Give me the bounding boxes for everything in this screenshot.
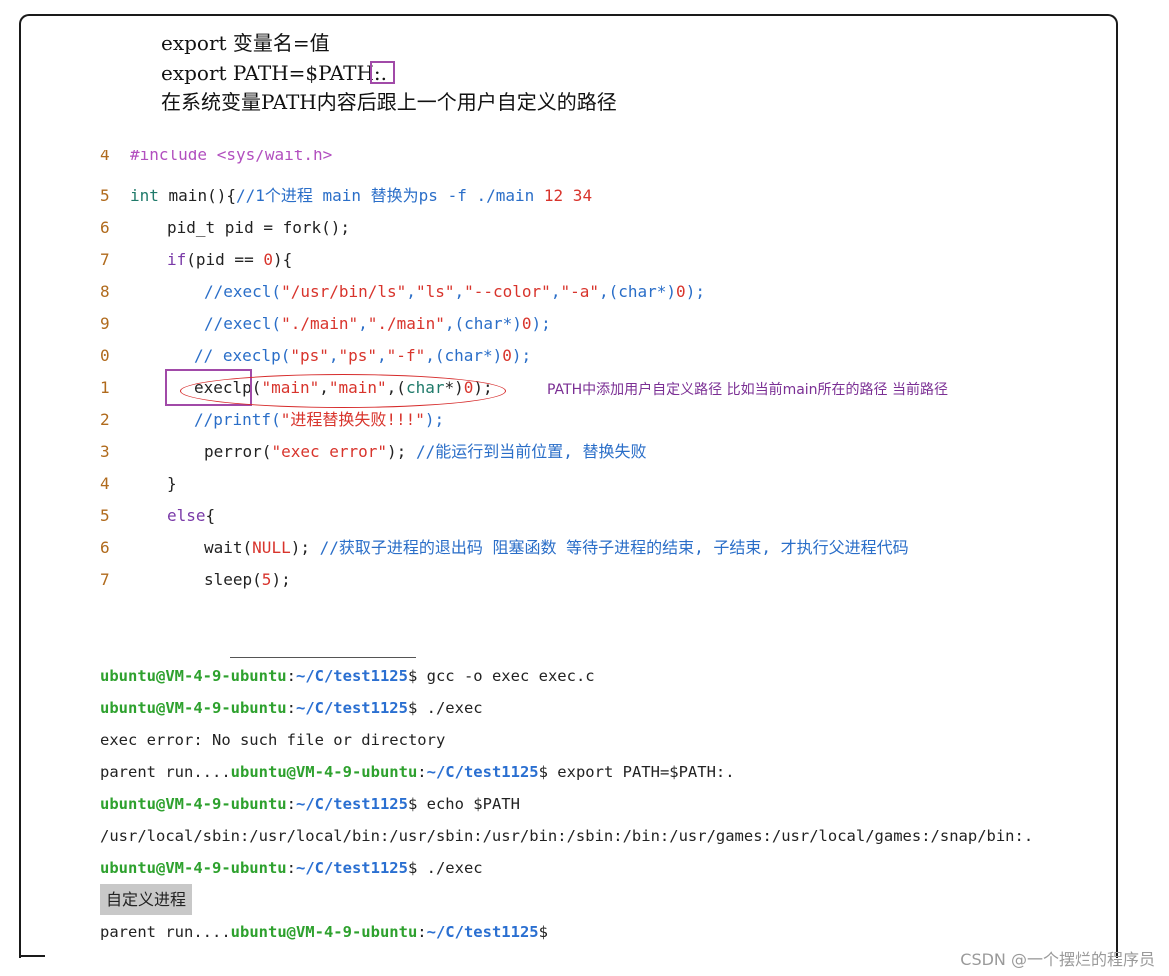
terminal-line: ubuntu@VM-4-9-ubuntu:~/C/test1125$ gcc -… (100, 662, 595, 690)
terminal-line: /usr/local/sbin:/usr/local/bin:/usr/sbin… (100, 822, 1033, 850)
command-text: $ ./exec (407, 859, 483, 877)
prompt-path: ~/C/test1125 (295, 795, 408, 813)
divider-line (230, 657, 416, 658)
code-line: 7 if(pid == 0){ (100, 250, 293, 269)
command-text: $ gcc -o exec exec.c (407, 667, 595, 685)
prompt-colon: : (286, 667, 296, 685)
note-export-syntax: export 变量名=值 (161, 31, 330, 55)
code-line: 7 sleep(5); (100, 570, 291, 589)
terminal-line: parent run....ubuntu@VM-4-9-ubuntu:~/C/t… (100, 918, 548, 946)
command-text: $ (538, 923, 548, 941)
prompt-user: ubuntu@VM-4-9-ubuntu (230, 923, 418, 941)
output-text: exec error: No such file or directory (100, 731, 446, 749)
watermark: CSDN @一个摆烂的程序员 (960, 950, 1155, 969)
prompt-path: ~/C/test1125 (295, 859, 408, 877)
code-line: 4} (100, 474, 177, 493)
terminal-line: ubuntu@VM-4-9-ubuntu:~/C/test1125$ ./exe… (100, 694, 483, 722)
code-line: 9//execl("./main","./main",(char*)0); (100, 314, 551, 333)
prompt-user: ubuntu@VM-4-9-ubuntu (230, 763, 418, 781)
prompt-path: ~/C/test1125 (295, 667, 408, 685)
terminal-line: parent run....ubuntu@VM-4-9-ubuntu:~/C/t… (100, 758, 735, 786)
dot-highlight-box (370, 61, 395, 84)
output-text: parent run.... (100, 763, 231, 781)
note-explanation: 在系统变量PATH内容后跟上一个用户自定义的路径 (161, 90, 617, 114)
highlighted-output: 自定义进程 (100, 884, 193, 915)
code-line-partial: 4 #include <sys/wait.h> (100, 150, 333, 164)
prompt-user: ubuntu@VM-4-9-ubuntu (100, 699, 287, 717)
prompt-path: ~/C/test1125 (426, 763, 539, 781)
output-text: parent run.... (100, 923, 231, 941)
code-line: 2//printf("进程替换失败!!!"); (100, 410, 445, 429)
prompt-colon: : (417, 763, 427, 781)
code-line: 5 int main(){//1个进程 main 替换为ps -f ./main … (100, 186, 593, 205)
prompt-colon: : (286, 699, 296, 717)
code-line: 3 perror("exec error"); //能运行到当前位置, 替换失败 (100, 442, 647, 461)
note-export-path: export PATH=$PATH:. (161, 61, 387, 85)
prompt-colon: : (286, 795, 296, 813)
prompt-user: ubuntu@VM-4-9-ubuntu (100, 859, 287, 877)
code-line: 8//execl("/usr/bin/ls","ls","--color","-… (100, 282, 705, 301)
command-text: $ ./exec (407, 699, 483, 717)
code-line: 0// execlp("ps","ps","-f",(char*)0); (100, 346, 532, 365)
code-line: 6 wait(NULL); //获取子进程的退出码 阻塞函数 等待子进程的结束, … (100, 538, 909, 557)
prompt-user: ubuntu@VM-4-9-ubuntu (100, 795, 287, 813)
frame-edge (19, 955, 45, 957)
terminal-line: ubuntu@VM-4-9-ubuntu:~/C/test1125$ ./exe… (100, 854, 483, 882)
prompt-user: ubuntu@VM-4-9-ubuntu (100, 667, 287, 685)
code-line: 6 pid_t pid = fork(); (100, 218, 351, 237)
path-annotation: PATH中添加用户自定义路径 比如当前main所在的路径 当前路径 (547, 382, 948, 398)
code-line: 5 else{ (100, 506, 216, 525)
prompt-path: ~/C/test1125 (295, 699, 408, 717)
prompt-colon: : (286, 859, 296, 877)
prompt-path: ~/C/test1125 (426, 923, 539, 941)
terminal-line: 自定义进程 (100, 884, 193, 915)
prompt-colon: : (417, 923, 427, 941)
command-text: $ echo $PATH (407, 795, 520, 813)
command-text: $ export PATH=$PATH:. (538, 763, 735, 781)
execlp-ellipse (180, 374, 506, 408)
terminal-line: ubuntu@VM-4-9-ubuntu:~/C/test1125$ echo … (100, 790, 520, 818)
terminal-line: exec error: No such file or directory (100, 726, 445, 754)
output-text: /usr/local/sbin:/usr/local/bin:/usr/sbin… (100, 827, 1034, 845)
